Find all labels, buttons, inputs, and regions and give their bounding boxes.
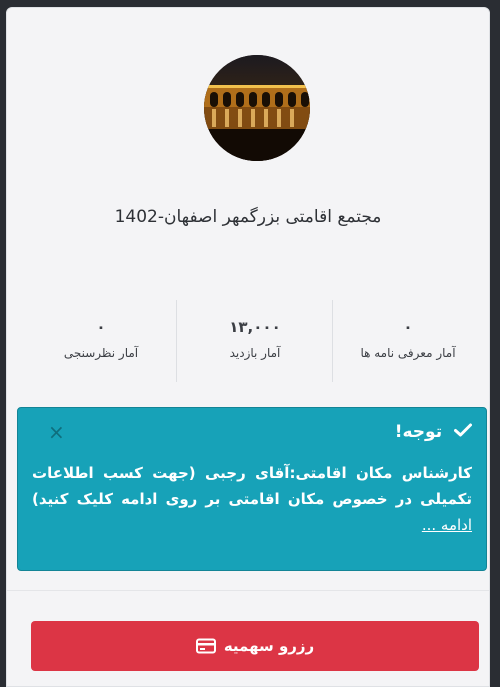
alert-body: کارشناس مکان اقامتی:آقای رجبی (جهت کسب ا…: [32, 460, 472, 538]
separator: [7, 590, 489, 591]
place-avatar: [204, 55, 310, 161]
stat-surveys: ۰ آمار نظرسنجی: [21, 300, 181, 382]
reserve-label: رزرو سهمیه: [223, 637, 315, 655]
notice-alert: توجه! × کارشناس مکان اقامتی:آقای رجبی (ج…: [17, 407, 487, 571]
stat-visits: ۱۳,۰۰۰ آمار بازدید: [175, 300, 335, 382]
credit-card-icon: [195, 638, 216, 654]
stat-value: ۰: [96, 318, 106, 336]
stats-row: ۰ آمار معرفی نامه ها ۱۳,۰۰۰ آمار بازدید …: [7, 300, 489, 382]
stat-label: آمار معرفی نامه ها: [360, 346, 456, 360]
alert-heading: توجه!: [395, 422, 472, 442]
stat-referral-letters: ۰ آمار معرفی نامه ها: [328, 300, 488, 382]
bridge-photo-icon: [204, 55, 310, 161]
stat-label: آمار بازدید: [229, 346, 281, 360]
place-card: مجتمع اقامتی بزرگمهر اصفهان-1402 ۰ آمار …: [6, 7, 490, 687]
more-link[interactable]: ادامه ...: [422, 516, 472, 534]
stat-label: آمار نظرسنجی: [63, 346, 139, 360]
check-icon: [448, 422, 472, 442]
alert-message: کارشناس مکان اقامتی:آقای رجبی (جهت کسب ا…: [32, 464, 472, 508]
reserve-quota-button[interactable]: رزرو سهمیه: [31, 621, 479, 671]
stat-value: ۱۳,۰۰۰: [229, 318, 281, 336]
place-title: مجتمع اقامتی بزرگمهر اصفهان-1402: [114, 207, 382, 227]
alert-heading-text: توجه!: [394, 422, 443, 442]
stat-value: ۰: [403, 318, 413, 336]
close-icon[interactable]: ×: [48, 420, 65, 444]
